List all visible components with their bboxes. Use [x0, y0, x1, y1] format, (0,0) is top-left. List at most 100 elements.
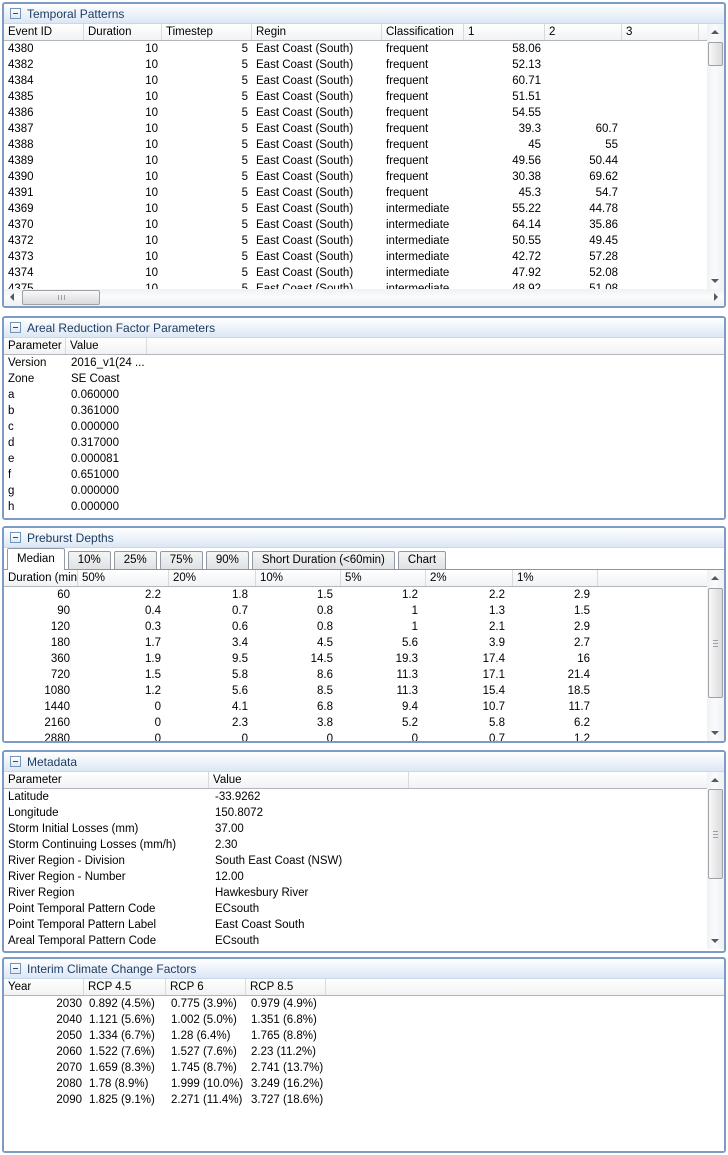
table-row[interactable]: 20901.825 (9.1%)2.271 (11.4%)3.727 (18.6… — [4, 1092, 724, 1108]
column-header[interactable]: 1 — [464, 24, 545, 40]
table-row[interactable]: Latitude-33.9262 — [4, 789, 707, 805]
table-row[interactable]: 20501.334 (6.7%)1.28 (6.4%)1.765 (8.8%) — [4, 1028, 724, 1044]
column-header[interactable]: RCP 8.5 — [246, 979, 326, 995]
table-row[interactable]: 4391105East Coast (South)frequent45.354.… — [4, 185, 707, 201]
column-header[interactable]: Classification — [382, 24, 464, 40]
table-row[interactable]: 20701.659 (8.3%)1.745 (8.7%)2.741 (13.7%… — [4, 1060, 724, 1076]
tab-90[interactable]: 90% — [206, 551, 249, 569]
table-row[interactable]: 4375105East Coast (South)intermediate48.… — [4, 281, 707, 289]
column-header[interactable]: 50% — [78, 570, 169, 586]
column-header[interactable]: Regin — [252, 24, 382, 40]
column-header[interactable]: Value — [209, 772, 409, 788]
tab-chart[interactable]: Chart — [398, 551, 446, 569]
scroll-down-button[interactable] — [707, 273, 723, 289]
scroll-down-button[interactable] — [707, 933, 723, 949]
table-row[interactable]: 602.21.81.51.22.22.9 — [4, 587, 707, 603]
table-row[interactable]: 4382105East Coast (South)frequent52.13 — [4, 57, 707, 73]
table-row[interactable]: 900.40.70.811.31.5 — [4, 603, 707, 619]
scrollbar-thumb[interactable] — [708, 789, 723, 879]
column-header[interactable]: 3 — [622, 24, 699, 40]
table-row[interactable]: 7201.55.88.611.317.121.4 — [4, 667, 707, 683]
column-header[interactable]: RCP 6 — [166, 979, 246, 995]
table-row[interactable]: 4384105East Coast (South)frequent60.71 — [4, 73, 707, 89]
column-header[interactable]: Parameter — [4, 338, 66, 354]
column-header[interactable]: Parameter — [4, 772, 209, 788]
column-header[interactable]: 2 — [545, 24, 622, 40]
column-header[interactable]: 10% — [256, 570, 341, 586]
table-row[interactable]: 4385105East Coast (South)frequent51.51 — [4, 89, 707, 105]
table-row[interactable]: 4389105East Coast (South)frequent49.5650… — [4, 153, 707, 169]
collapse-icon[interactable] — [10, 322, 21, 333]
table-row[interactable]: 4370105East Coast (South)intermediate64.… — [4, 217, 707, 233]
table-row[interactable]: 216002.33.85.25.86.2 — [4, 715, 707, 731]
table-row[interactable]: ZoneSE Coast — [4, 371, 724, 387]
table-row[interactable]: Version2016_v1(24 ... — [4, 355, 724, 371]
tab-10[interactable]: 10% — [68, 551, 111, 569]
column-header[interactable]: Year — [4, 979, 84, 995]
collapse-icon[interactable] — [10, 532, 21, 543]
table-row[interactable]: 4369105East Coast (South)intermediate55.… — [4, 201, 707, 217]
column-header[interactable]: 1% — [513, 570, 598, 586]
table-row[interactable]: 3601.99.514.519.317.416 — [4, 651, 707, 667]
table-row[interactable]: Areal Temporal Pattern CodeECsouth — [4, 933, 707, 949]
tab-short-duration-60min[interactable]: Short Duration (<60min) — [252, 551, 395, 569]
column-header[interactable]: Duration — [84, 24, 162, 40]
tab-25[interactable]: 25% — [114, 551, 157, 569]
table-row[interactable]: 4390105East Coast (South)frequent30.3869… — [4, 169, 707, 185]
column-header[interactable]: Duration (min) — [4, 570, 78, 586]
table-row[interactable]: 10801.25.68.511.315.418.5 — [4, 683, 707, 699]
table-row[interactable]: 4380105East Coast (South)frequent58.06 — [4, 41, 707, 57]
climate-header[interactable]: Interim Climate Change Factors — [4, 959, 724, 979]
preburst-header[interactable]: Preburst Depths — [4, 528, 724, 548]
table-row[interactable]: 4372105East Coast (South)intermediate50.… — [4, 233, 707, 249]
scroll-up-button[interactable] — [707, 772, 723, 788]
collapse-icon[interactable] — [10, 963, 21, 974]
table-row[interactable]: 288000000.71.2 — [4, 731, 707, 741]
table-row[interactable]: 4387105East Coast (South)frequent39.360.… — [4, 121, 707, 137]
vertical-scrollbar[interactable] — [707, 570, 724, 741]
table-row[interactable]: 4373105East Coast (South)intermediate42.… — [4, 249, 707, 265]
table-row[interactable]: a0.060000 — [4, 387, 724, 403]
table-row[interactable]: c0.000000 — [4, 419, 724, 435]
scrollbar-thumb[interactable] — [22, 290, 100, 305]
table-row[interactable]: River RegionHawkesbury River — [4, 885, 707, 901]
table-row[interactable]: 20601.522 (7.6%)1.527 (7.6%)2.23 (11.2%) — [4, 1044, 724, 1060]
table-row[interactable]: 4386105East Coast (South)frequent54.55 — [4, 105, 707, 121]
table-row[interactable]: d0.317000 — [4, 435, 724, 451]
table-row[interactable]: Longitude150.8072 — [4, 805, 707, 821]
table-row[interactable]: River Region - Number12.00 — [4, 869, 707, 885]
table-row[interactable]: g0.000000 — [4, 483, 724, 499]
collapse-icon[interactable] — [10, 8, 21, 19]
table-row[interactable]: h0.000000 — [4, 499, 724, 515]
table-row[interactable]: River Region - DivisionSouth East Coast … — [4, 853, 707, 869]
scroll-right-button[interactable] — [708, 289, 724, 305]
table-row[interactable]: e0.000081 — [4, 451, 724, 467]
table-row[interactable]: 20401.121 (5.6%)1.002 (5.0%)1.351 (6.8%) — [4, 1012, 724, 1028]
column-header[interactable]: 20% — [169, 570, 256, 586]
collapse-icon[interactable] — [10, 756, 21, 767]
scroll-left-button[interactable] — [4, 289, 20, 305]
tab-75[interactable]: 75% — [160, 551, 203, 569]
scroll-up-button[interactable] — [707, 570, 723, 586]
table-row[interactable]: Storm Initial Losses (mm)37.00 — [4, 821, 707, 837]
column-header[interactable]: Value — [66, 338, 147, 354]
scrollbar-thumb[interactable] — [708, 588, 723, 698]
vertical-scrollbar[interactable] — [707, 24, 724, 289]
tab-median[interactable]: Median — [7, 548, 65, 570]
column-header[interactable]: Event ID — [4, 24, 84, 40]
table-row[interactable]: 1801.73.44.55.63.92.7 — [4, 635, 707, 651]
table-row[interactable]: b0.361000 — [4, 403, 724, 419]
table-row[interactable]: 20801.78 (8.9%)1.999 (10.0%)3.249 (16.2%… — [4, 1076, 724, 1092]
table-row[interactable]: 4388105East Coast (South)frequent4555 — [4, 137, 707, 153]
table-row[interactable]: f0.651000 — [4, 467, 724, 483]
column-header[interactable]: Timestep — [162, 24, 252, 40]
arf-header[interactable]: Areal Reduction Factor Parameters — [4, 318, 724, 338]
column-header[interactable]: RCP 4.5 — [84, 979, 166, 995]
scrollbar-thumb[interactable] — [708, 42, 723, 66]
table-row[interactable]: 4374105East Coast (South)intermediate47.… — [4, 265, 707, 281]
column-header[interactable]: 5% — [341, 570, 426, 586]
table-row[interactable]: 1200.30.60.812.12.9 — [4, 619, 707, 635]
vertical-scrollbar[interactable] — [707, 772, 724, 949]
table-row[interactable]: Point Temporal Pattern CodeECsouth — [4, 901, 707, 917]
table-row[interactable]: 20300.892 (4.5%)0.775 (3.9%)0.979 (4.9%) — [4, 996, 724, 1012]
